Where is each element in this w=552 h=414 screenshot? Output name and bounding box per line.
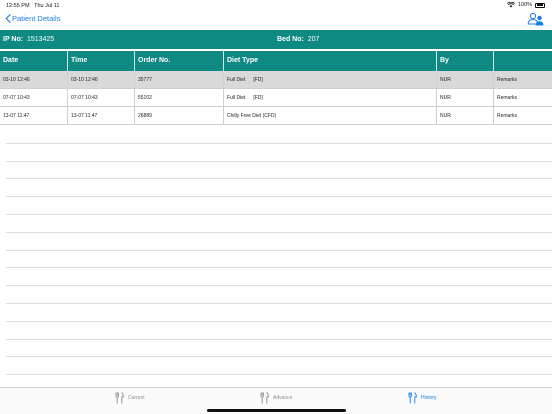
empty-row-divider: [6, 304, 552, 322]
users-icon: [527, 12, 544, 26]
row-order-no: 35777: [135, 71, 224, 89]
tab-current[interactable]: Current: [115, 392, 145, 404]
header-order-no: Order No.: [135, 51, 224, 71]
row-order-no: 26889: [135, 107, 224, 125]
empty-row-divider: [6, 144, 552, 162]
row-date: 07-07 10:43: [0, 89, 68, 107]
ip-number: IP No: 1513425: [3, 36, 55, 43]
fork-knife-icon: [260, 392, 269, 404]
back-button-label: Patient Details: [12, 14, 61, 23]
status-time: 12:55 PM Thu Jul 11: [6, 3, 60, 9]
empty-row-divider: [6, 322, 552, 340]
row-date: 13-07 11:47: [0, 107, 68, 125]
empty-row-divider: [6, 162, 552, 180]
tab-history[interactable]: History: [408, 392, 437, 404]
empty-row-divider: [6, 215, 552, 233]
row-time: 03-10 12:46: [68, 71, 135, 89]
empty-row-divider: [6, 357, 552, 376]
status-right: 100%: [506, 2, 545, 8]
empty-rows: [6, 126, 552, 376]
row-diet-type: Full Diet [FD]: [224, 71, 437, 89]
table-row[interactable]: 03-10 12:46 03-10 12:46 35777 Full Diet[…: [0, 71, 552, 89]
empty-row-divider: [6, 286, 552, 304]
row-remarks-button[interactable]: Remarks: [494, 71, 552, 89]
tab-advance-label: Advance: [273, 395, 293, 401]
battery-percent: 100%: [517, 2, 532, 8]
table-row[interactable]: 07-07 10:43 07-07 10:43 55102 Full Diet[…: [0, 89, 552, 107]
row-time: 07-07 10:43: [68, 89, 135, 107]
tab-current-label: Current: [128, 395, 145, 401]
row-by: NUR: [437, 89, 494, 107]
status-bar: 12:55 PM Thu Jul 11 100%: [0, 0, 552, 12]
chevron-left-icon: [5, 14, 11, 23]
tab-advance[interactable]: Advance: [260, 392, 292, 404]
header-by: By: [437, 51, 494, 71]
wifi-icon: [506, 2, 515, 8]
bed-number: Bed No: 207: [277, 36, 320, 43]
row-by: NUR: [437, 71, 494, 89]
tab-bar: Current Advance History: [0, 387, 552, 414]
empty-row-divider: [6, 233, 552, 251]
empty-row-divider: [6, 197, 552, 215]
empty-row-divider: [6, 179, 552, 198]
users-button[interactable]: [527, 12, 545, 27]
row-diet-type: Chilly Free Diet (CFD): [224, 107, 437, 125]
table-header: Date Time Order No. Diet Type By: [0, 51, 552, 71]
row-remarks-button[interactable]: Remarks: [494, 107, 552, 125]
tab-history-label: History: [421, 395, 437, 401]
empty-row-divider: [6, 126, 552, 144]
row-diet-type: Full Diet [FD]: [224, 89, 437, 107]
back-button[interactable]: Patient Details: [5, 14, 60, 23]
row-remarks-button[interactable]: Remarks: [494, 89, 552, 107]
battery-icon: [535, 2, 545, 8]
nav-bar: Patient Details: [0, 12, 552, 30]
header-diet-type: Diet Type: [224, 51, 437, 71]
row-order-no: 55102: [135, 89, 224, 107]
empty-row-divider: [6, 340, 552, 358]
row-by: NUR: [437, 107, 494, 125]
row-time: 13-07 11:47: [68, 107, 135, 125]
header-date: Date: [0, 51, 68, 71]
history-table: 03-10 12:46 03-10 12:46 35777 Full Diet[…: [0, 71, 552, 125]
empty-row-divider: [6, 268, 552, 287]
header-remarks: [494, 51, 552, 71]
header-time: Time: [68, 51, 135, 71]
fork-knife-icon: [115, 392, 124, 404]
fork-knife-icon: [408, 392, 417, 404]
patient-info-bar: IP No: 1513425 Bed No: 207: [0, 30, 552, 49]
row-date: 03-10 12:46: [0, 71, 68, 89]
table-row[interactable]: 13-07 11:47 13-07 11:47 26889 Chilly Fre…: [0, 107, 552, 125]
empty-row-divider: [6, 251, 552, 269]
home-indicator[interactable]: [207, 409, 346, 412]
